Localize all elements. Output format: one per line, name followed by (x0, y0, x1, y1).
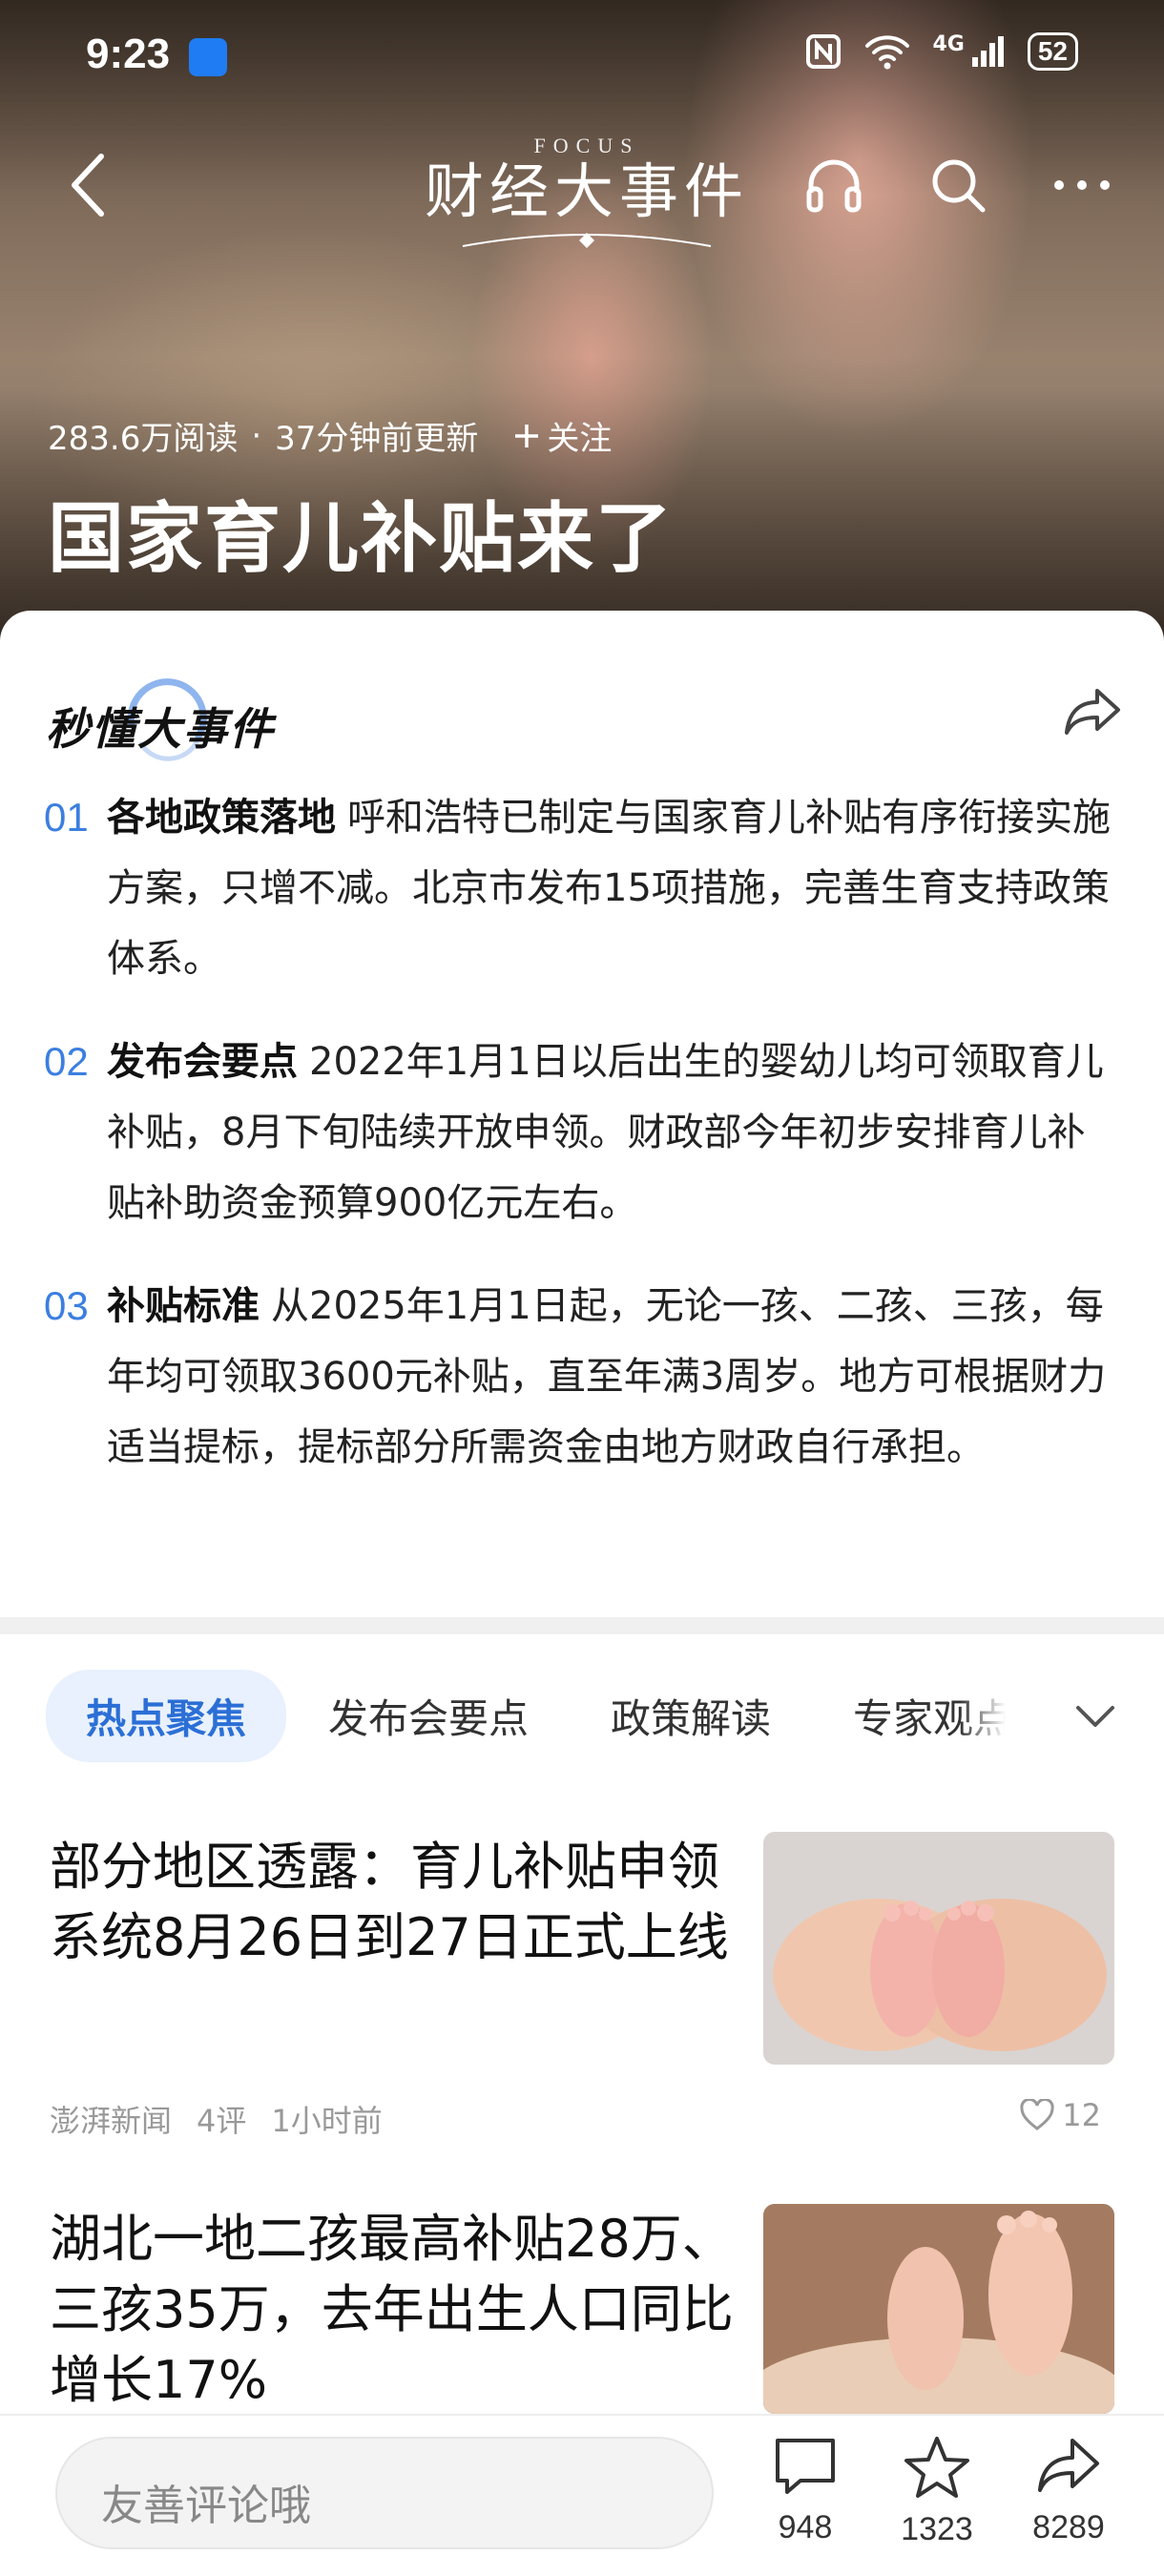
follow-button[interactable]: 关注 (512, 412, 612, 459)
brand-focus: FOCUS (533, 134, 640, 157)
point-number: 02 (44, 1039, 89, 1084)
top-nav: FOCUS 财经大事件 (0, 134, 1164, 248)
baby-feet-image (763, 1832, 1114, 2065)
news-meta: 澎湃新闻 4评 1小时前 (50, 2097, 383, 2141)
read-count: 283.6万阅读 (48, 420, 239, 458)
news-thumbnail (763, 2204, 1114, 2414)
summary-points: 01 各地政策落地 呼和浩特已制定与国家育儿补贴有序衔接实施方案，只增不减。北京市… (44, 782, 1122, 1515)
news-source: 澎湃新闻 (50, 2103, 173, 2139)
headphones-icon (806, 159, 862, 213)
point-text: 发布会要点 2022年1月1日以后出生的婴幼儿均可领取育儿补贴，8月下旬陆续开放申… (107, 1027, 1122, 1238)
app-notification-icon (189, 38, 227, 76)
point-number: 01 (44, 795, 89, 840)
point-number: 03 (44, 1283, 89, 1328)
like-count: 12 (1062, 2097, 1101, 2133)
status-time: 9:23 (86, 31, 171, 77)
meta-separator: · (251, 416, 262, 455)
page-title: 国家育儿补贴来了 (48, 494, 674, 583)
share-icon (1065, 689, 1120, 735)
share-button[interactable]: 8289 (1011, 2435, 1126, 2546)
comment-icon (776, 2439, 835, 2494)
news-time: 1小时前 (271, 2103, 383, 2139)
tab-hot-focus[interactable]: 热点聚焦 (46, 1669, 287, 1762)
comment-placeholder: 友善评论哦 (101, 2482, 311, 2530)
point-text: 补贴标准 从2025年1月1日起，无论一孩、二孩、三孩，每年均可领取3600元补贴… (107, 1271, 1122, 1483)
like-button[interactable]: 12 (1020, 2097, 1101, 2133)
brand-title: 财经大事件 (424, 156, 749, 226)
tab-expert-views[interactable]: 专家观点 (853, 1687, 1006, 1745)
follow-label: 关注 (547, 420, 613, 458)
tab-policy-analysis[interactable]: 政策解读 (611, 1687, 771, 1745)
tab-press-points[interactable]: 发布会要点 (328, 1687, 529, 1745)
baby-feet-image (763, 2204, 1114, 2414)
update-time: 37分钟前更新 (275, 420, 479, 458)
news-title: 部分地区透露：育儿补贴申领系统8月26日到27日正式上线 (50, 1837, 729, 1967)
summary-point: 01 各地政策落地 呼和浩特已制定与国家育儿补贴有序衔接实施方案，只增不减。北京市… (44, 782, 1122, 994)
battery-indicator: 52 (1027, 32, 1078, 71)
more-button[interactable] (1048, 147, 1116, 223)
bottom-action-bar: 友善评论哦 948 1323 8289 (0, 2414, 1164, 2576)
brand-logo: FOCUS 财经大事件 (420, 134, 754, 258)
expand-tabs-button[interactable] (1069, 1693, 1122, 1740)
status-indicators: 4G 52 (804, 32, 1078, 71)
logo-text: 秒懂大事件 (46, 703, 275, 755)
brand-flourish-icon (462, 233, 712, 248)
network-type: 4G (932, 32, 965, 56)
topic-tabs: 热点聚焦 发布会要点 政策解读 专家观点 (0, 1669, 1164, 1762)
wifi-icon (865, 35, 910, 70)
hero-meta: 283.6万阅读 · 37分钟前更新 关注 (48, 412, 612, 459)
point-text: 各地政策落地 呼和浩特已制定与国家育儿补贴有序衔接实施方案，只增不减。北京市发布1… (107, 782, 1122, 994)
hero-banner: 9:23 4G 52 FOCUS 财经大事件 283.6万阅读 · 37分钟前更… (0, 0, 1164, 649)
back-button[interactable] (59, 147, 116, 223)
favorites-count: 1323 (901, 2511, 973, 2547)
summary-point: 03 补贴标准 从2025年1月1日起，无论一孩、二孩、三孩，每年均可领取3600… (44, 1271, 1122, 1483)
point-heading: 补贴标准 (107, 1284, 260, 1328)
miao-dong-logo: 秒懂大事件 (46, 668, 294, 773)
more-icon (1054, 180, 1110, 190)
favorite-button[interactable]: 1323 (880, 2435, 994, 2548)
chevron-down-icon (1076, 1706, 1114, 1727)
search-button[interactable] (924, 147, 992, 223)
news-item[interactable]: 湖北一地二孩最高补贴28万、三孩35万，去年出生人口同比增长17% (50, 2204, 1118, 2414)
news-comments: 4评 (197, 2103, 247, 2139)
plus-icon (515, 424, 539, 447)
point-heading: 发布会要点 (107, 1040, 298, 1084)
share-icon (1038, 2439, 1099, 2492)
audio-button[interactable] (800, 147, 868, 223)
search-icon (932, 159, 986, 213)
comments-count: 948 (778, 2509, 833, 2545)
star-icon (904, 2437, 969, 2498)
news-thumbnail (763, 1832, 1114, 2065)
status-bar: 9:23 4G 52 (0, 27, 1164, 93)
comment-input[interactable]: 友善评论哦 (55, 2437, 714, 2549)
signal-icon (971, 36, 1004, 67)
comments-button[interactable]: 948 (748, 2435, 863, 2546)
share-summary-button[interactable] (1059, 677, 1126, 744)
news-title: 湖北一地二孩最高补贴28万、三孩35万，去年出生人口同比增长17% (50, 2209, 734, 2410)
summary-card: 秒懂大事件 01 各地政策落地 呼和浩特已制定与国家育儿补贴有序衔接实施方案，只增… (0, 611, 1164, 1617)
heart-icon (1020, 2099, 1054, 2130)
section-divider (0, 1617, 1164, 1634)
shares-count: 8289 (1032, 2509, 1105, 2545)
point-heading: 各地政策落地 (107, 796, 336, 840)
news-item[interactable]: 部分地区透露：育儿补贴申领系统8月26日到27日正式上线 澎湃新闻 4评 1小时… (50, 1832, 1118, 2147)
chevron-left-icon (72, 154, 104, 217)
summary-point: 02 发布会要点 2022年1月1日以后出生的婴幼儿均可领取育儿补贴，8月下旬陆续… (44, 1027, 1122, 1238)
nfc-icon (806, 34, 842, 69)
